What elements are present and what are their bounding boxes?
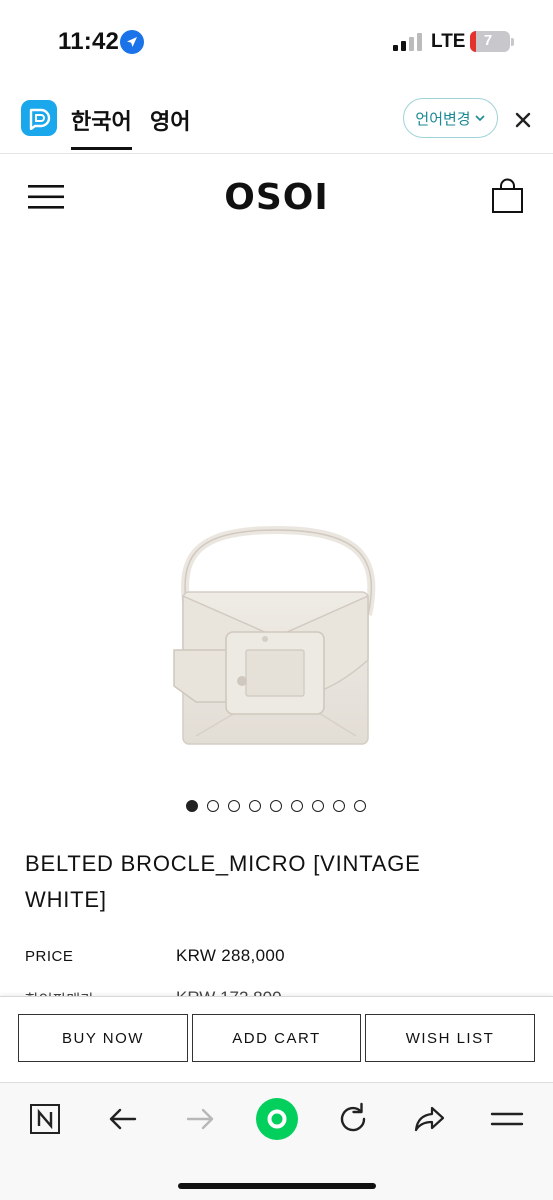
network-type: LTE [431,31,466,52]
carousel-dot[interactable] [249,800,261,812]
purchase-action-bar: BUY NOW ADD CART WISH LIST [0,996,553,1082]
forward-arrow-icon[interactable] [180,1099,220,1139]
home-indicator [178,1183,376,1189]
change-language-button[interactable]: 언어변경 [403,98,498,138]
wish-list-button[interactable]: WISH LIST [365,1014,535,1062]
signal-bars-icon [393,33,422,51]
price-label: PRICE [25,948,74,965]
carousel-dot[interactable] [270,800,282,812]
site-logo[interactable]: OSOI [0,177,553,218]
handbag-product-image [173,525,376,745]
papago-translate-icon[interactable] [21,100,57,136]
translate-bar: 한국어 영어 언어변경 [0,84,553,154]
green-home-icon[interactable] [254,1096,300,1142]
back-arrow-icon[interactable] [103,1099,143,1139]
carousel-dot[interactable] [228,800,240,812]
tab-english[interactable]: 영어 [150,104,190,136]
battery-percent: 7 [483,32,493,49]
status-time: 11:42 [58,28,120,55]
menu-lines-icon[interactable] [487,1099,527,1139]
price-value: KRW 288,000 [176,946,285,965]
carousel-dot[interactable] [186,800,198,812]
chevron-down-icon [475,115,485,122]
shopping-bag-icon[interactable] [491,178,525,214]
browser-toolbar [0,1082,553,1200]
carousel-dot[interactable] [312,800,324,812]
location-arrow-icon [120,30,144,54]
tab-korean[interactable]: 한국어 [71,104,132,150]
carousel-dot[interactable] [354,800,366,812]
add-cart-button[interactable]: ADD CART [192,1014,361,1062]
reload-icon[interactable] [333,1099,373,1139]
carousel-dot[interactable] [333,800,345,812]
carousel-dot[interactable] [207,800,219,812]
change-language-label: 언어변경 [415,109,471,128]
close-icon[interactable] [512,109,534,131]
battery-icon: 7 [470,31,510,52]
site-header: OSOI [0,154,553,240]
naver-n-icon[interactable] [25,1099,65,1139]
status-bar: 11:42 LTE 7 [0,0,553,84]
carousel-dots[interactable] [186,800,376,814]
battery-tip [511,38,514,46]
product-image[interactable] [0,240,553,790]
carousel-dot[interactable] [291,800,303,812]
share-icon[interactable] [410,1099,450,1139]
buy-now-button[interactable]: BUY NOW [18,1014,188,1062]
product-title: BELTED BROCLE_MICRO [VINTAGE WHITE] [25,851,421,912]
